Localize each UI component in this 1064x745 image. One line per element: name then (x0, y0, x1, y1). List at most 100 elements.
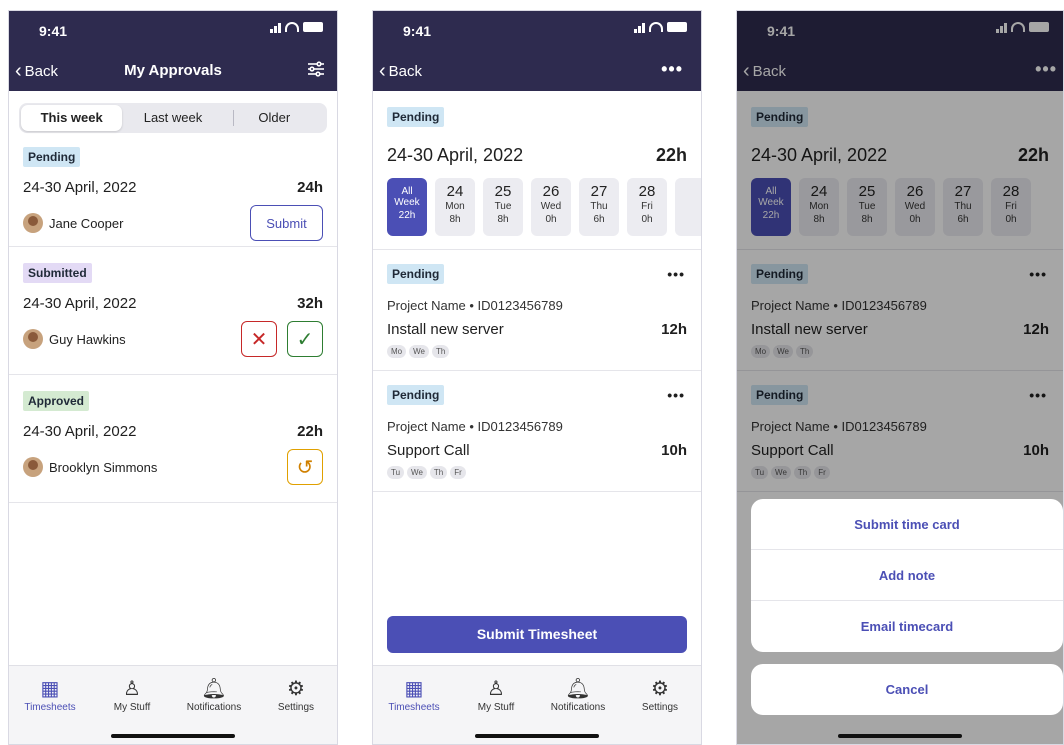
tab-label: Notifications (186, 702, 242, 713)
person-icon: ♙ (487, 678, 505, 700)
add-note-option[interactable]: Add note (751, 550, 1063, 601)
approvals-screen: 9:41 ‹ Back My Approvals This week Last w… (8, 10, 338, 745)
approval-card[interactable]: Approved 24-30 April, 2022 22h Brooklyn S… (9, 375, 337, 503)
day-chips: Mo We Th (387, 345, 687, 358)
more-icon[interactable]: ••• (667, 266, 685, 282)
segment-this-week[interactable]: This week (21, 105, 123, 131)
home-indicator (838, 734, 962, 738)
check-icon: ✓ (296, 328, 314, 351)
status-badge: Submitted (23, 263, 92, 283)
approval-date: 24-30 April, 2022 (23, 423, 137, 440)
tab-bar: ▦ Timesheets ♙ My Stuff 🔔︎ Notifications ⚙ S… (9, 665, 337, 744)
gear-icon: ⚙ (287, 678, 305, 700)
task-hours: 12h (661, 321, 687, 338)
battery-icon (303, 22, 323, 32)
reject-button[interactable]: ✕ (241, 321, 277, 357)
tab-label: Timesheets (24, 702, 76, 713)
submit-time-card-option[interactable]: Submit time card (751, 499, 1063, 550)
home-indicator (475, 734, 599, 738)
day-chip[interactable]: 28 Fri 0h (627, 178, 667, 236)
calendar-icon: ▦ (40, 678, 60, 700)
submit-button[interactable]: Submit (250, 205, 323, 241)
tab-timesheets[interactable]: ▦ Timesheets (373, 676, 455, 713)
status-badge: Pending (387, 385, 445, 405)
day-chips: Tu We Th Fr (387, 466, 687, 479)
wifi-icon (285, 22, 299, 32)
status-time: 9:41 (39, 23, 68, 39)
chevron-left-icon: ‹ (379, 60, 386, 82)
approval-hours: 22h (297, 423, 323, 440)
period-segmented-control: This week Last week Older (19, 103, 327, 133)
approval-date: 24-30 April, 2022 (23, 179, 137, 196)
day-chip[interactable]: 25 Tue 8h (483, 178, 523, 236)
day-all-week[interactable]: All Week 22h (387, 178, 427, 236)
project-name: Project Name • ID0123456789 (387, 298, 563, 313)
status-bar: 9:41 (373, 21, 701, 41)
back-label: Back (388, 62, 423, 80)
bell-icon: 🔔︎ (565, 678, 591, 700)
tab-timesheets[interactable]: ▦ Timesheets (9, 676, 91, 713)
page-title: My Approvals (124, 62, 222, 79)
close-icon: ✕ (250, 328, 268, 351)
battery-icon (667, 22, 687, 32)
sliders-icon[interactable] (307, 61, 325, 82)
undo-button[interactable]: ↺ (287, 449, 323, 485)
tab-label: My Stuff (113, 702, 151, 713)
timesheet-detail-screen: 9:41 ‹ Back ••• Pending 24-30 April, 2022… (372, 10, 702, 745)
status-badge: Pending (387, 264, 445, 284)
email-timecard-option[interactable]: Email timecard (751, 601, 1063, 652)
tab-label: Timesheets (388, 702, 440, 713)
tab-settings[interactable]: ⚙ Settings (255, 676, 337, 713)
tab-label: Settings (277, 702, 315, 713)
status-badge: Pending (387, 107, 445, 127)
tab-notifications[interactable]: 🔔︎ Notifications (537, 676, 619, 713)
approval-card[interactable]: Pending 24-30 April, 2022 24h Jane Cooper… (9, 133, 337, 247)
segment-older[interactable]: Older (224, 105, 325, 131)
approval-hours: 32h (297, 295, 323, 312)
task-card[interactable]: Pending ••• Project Name • ID0123456789 … (373, 371, 701, 492)
task-card[interactable]: Pending ••• Project Name • ID0123456789 … (373, 250, 701, 371)
day-selector: All Week 22h 24 Mon 8h 25 Tue 8h 26 Wed 0h 27 Thu… (373, 178, 701, 236)
header: 9:41 ‹ Back ••• (373, 11, 701, 91)
approve-button[interactable]: ✓ (287, 321, 323, 357)
avatar (23, 457, 43, 477)
approval-hours: 24h (297, 179, 323, 196)
task-hours: 10h (661, 442, 687, 459)
bell-icon: 🔔︎ (201, 678, 227, 700)
action-sheet: Submit time card Add note Email timecard (751, 499, 1063, 652)
timesheet-actions-screen: 9:41 ‹ Back ••• Pending 24-30 April, 2022… (736, 10, 1064, 745)
home-indicator (111, 734, 235, 738)
segment-last-week[interactable]: Last week (122, 105, 223, 131)
person-name: Brooklyn Simmons (49, 459, 158, 475)
day-chip[interactable]: 26 Wed 0h (531, 178, 571, 236)
tab-label: My Stuff (477, 702, 515, 713)
header: 9:41 ‹ Back My Approvals (9, 11, 337, 91)
approval-card[interactable]: Submitted 24-30 April, 2022 32h Guy Hawki… (9, 247, 337, 375)
more-icon[interactable]: ••• (667, 387, 685, 403)
signal-icon (634, 21, 645, 33)
week-range: 24-30 April, 2022 (387, 145, 524, 165)
approval-date: 24-30 April, 2022 (23, 295, 137, 312)
status-badge: Pending (23, 147, 81, 167)
day-chip[interactable]: 27 Thu 6h (579, 178, 619, 236)
status-badge: Approved (23, 391, 90, 411)
task-name: Install new server (387, 321, 504, 338)
person-name: Jane Cooper (49, 215, 124, 231)
more-icon[interactable]: ••• (661, 59, 683, 80)
tab-label: Notifications (550, 702, 606, 713)
tab-my-stuff[interactable]: ♙ My Stuff (91, 676, 173, 713)
day-chip-partial[interactable] (675, 178, 701, 236)
signal-icon (270, 21, 281, 33)
day-chip[interactable]: 24 Mon 8h (435, 178, 475, 236)
task-name: Support Call (387, 442, 470, 459)
person-name: Guy Hawkins (49, 331, 126, 347)
cancel-button[interactable]: Cancel (751, 664, 1063, 715)
tab-label: Settings (641, 702, 679, 713)
tab-settings[interactable]: ⚙ Settings (619, 676, 701, 713)
cancel-sheet: Cancel (751, 664, 1063, 715)
wifi-icon (649, 22, 663, 32)
back-button[interactable]: ‹ Back (379, 61, 422, 81)
tab-my-stuff[interactable]: ♙ My Stuff (455, 676, 537, 713)
submit-timesheet-button[interactable]: Submit Timesheet (387, 616, 687, 653)
tab-notifications[interactable]: 🔔︎ Notifications (173, 676, 255, 713)
